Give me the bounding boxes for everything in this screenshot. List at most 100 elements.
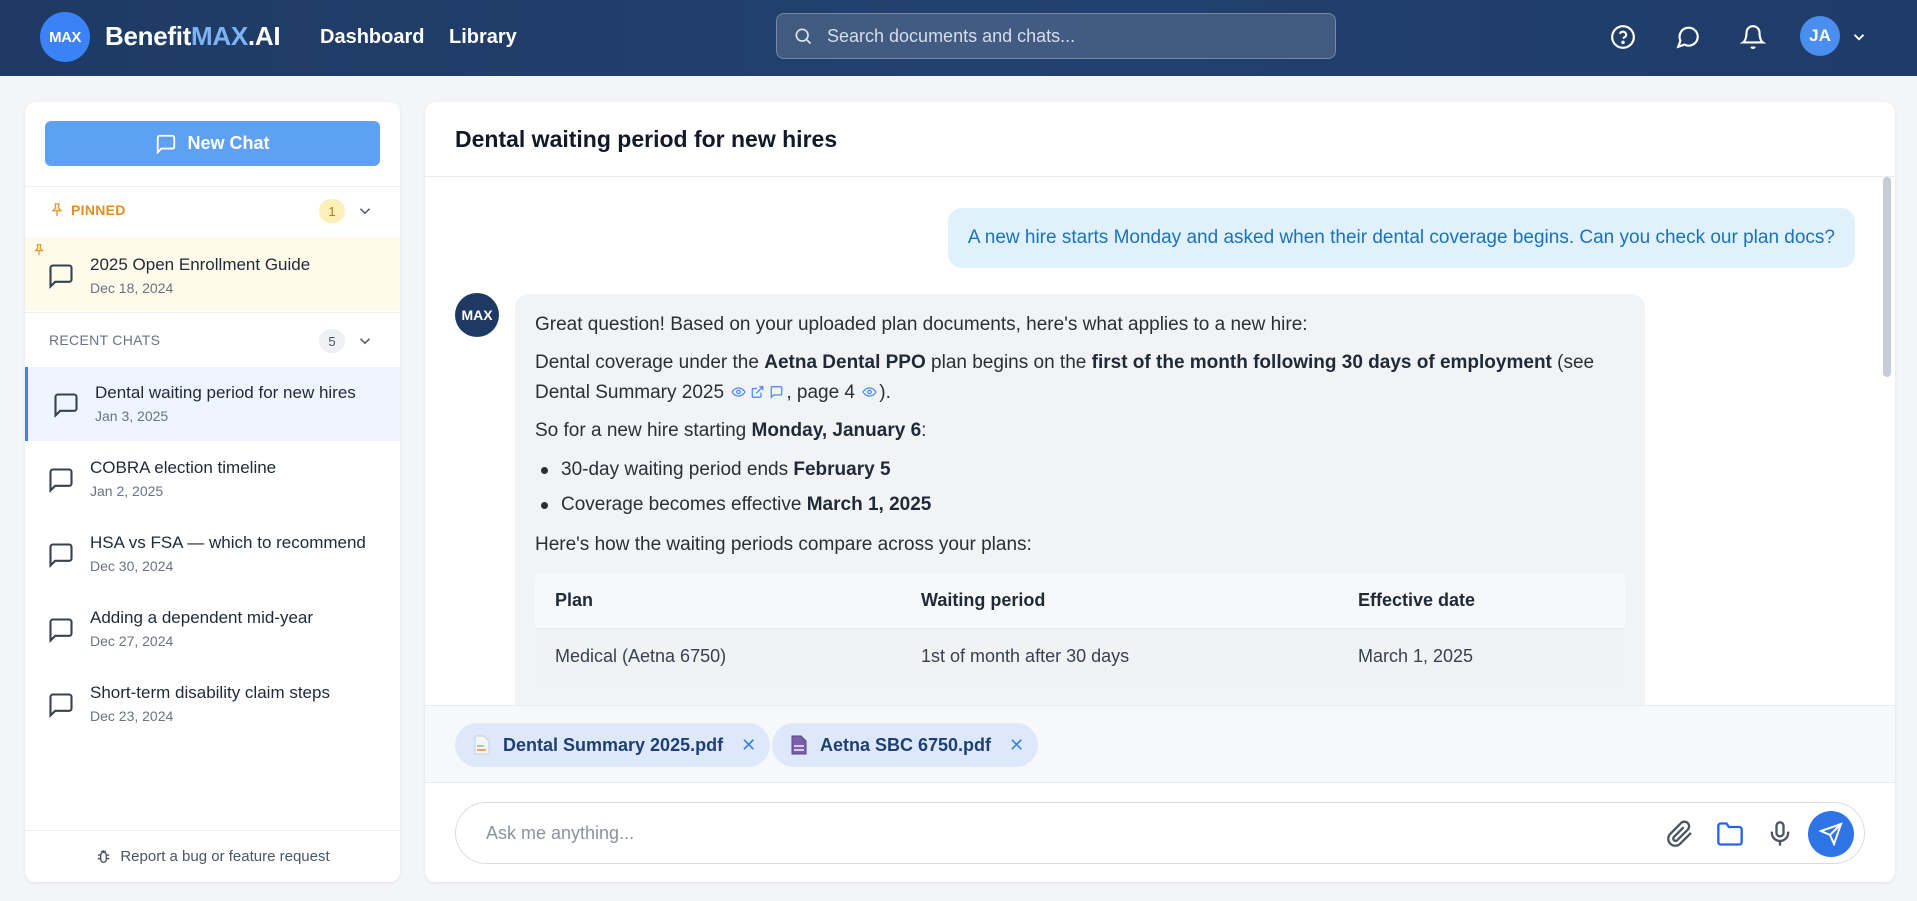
document-icon — [474, 735, 490, 755]
chat-title: COBRA election timeline — [90, 458, 277, 477]
table-header-row: Plan Waiting period Effective date — [535, 573, 1625, 630]
nav-dashboard[interactable]: Dashboard — [320, 26, 424, 49]
chat-item[interactable]: Adding a dependent mid-year Dec 27, 2024 — [25, 592, 400, 666]
message-square-icon — [49, 693, 73, 719]
pinned-section-header[interactable]: PINNED 1 — [25, 190, 400, 230]
chat-date: Jan 2, 2025 — [90, 483, 164, 499]
assistant-avatar: MAX — [455, 293, 499, 337]
close-icon[interactable]: ✕ — [1009, 735, 1024, 756]
sidebar: New Chat PINNED 1 2025 Open Enrollment G… — [25, 102, 400, 882]
brand-name[interactable]: BenefitMAX.AI — [105, 21, 281, 52]
chat-date: Dec 30, 2024 — [90, 558, 174, 574]
table-cell: Medical (Aetna 6750) — [555, 646, 727, 667]
search-icon — [795, 28, 812, 45]
chat-item[interactable]: Short-term disability claim steps Dec 23… — [25, 667, 400, 741]
attachment-chip[interactable]: Aetna SBC 6750.pdf ✕ — [772, 723, 1039, 767]
message-list[interactable]: A new hire starts Monday and asked when … — [425, 177, 1895, 705]
pinned-count-badge: 1 — [319, 199, 345, 223]
new-chat-button[interactable]: New Chat — [45, 121, 380, 166]
text: plan begins on the — [925, 352, 1092, 374]
notifications-button[interactable] — [1738, 22, 1768, 52]
pin-icon — [51, 203, 63, 216]
microphone-icon[interactable] — [1766, 820, 1794, 848]
chat-date: Jan 3, 2025 — [95, 408, 169, 424]
pinned-label: PINNED — [71, 202, 126, 218]
chat-item[interactable]: COBRA election timeline Jan 2, 2025 — [25, 442, 400, 516]
chat-date: Dec 23, 2024 — [90, 708, 174, 724]
bold-date: February 5 — [793, 458, 891, 480]
chat-panel: Dental waiting period for new hires A ne… — [425, 102, 1895, 882]
text: : — [921, 420, 927, 442]
assistant-paragraph: Here's how the waiting periods compare a… — [535, 533, 1032, 555]
messages-button[interactable] — [1673, 22, 1703, 52]
document-icon — [791, 735, 807, 755]
list-item: Coverage becomes effective March 1, 2025 — [535, 490, 1625, 519]
chevron-down-icon[interactable] — [356, 202, 374, 220]
table-row: Medical (Aetna 6750) 1st of month after … — [535, 629, 1625, 686]
help-icon — [1611, 25, 1635, 49]
text: , page 4 — [786, 381, 861, 403]
chat-item-active[interactable]: Dental waiting period for new hires Jan … — [25, 367, 400, 441]
folder-icon[interactable] — [1716, 820, 1744, 848]
report-bug-label: Report a bug or feature request — [120, 848, 330, 865]
chat-item[interactable]: HSA vs FSA — which to recommend Dec 30, … — [25, 517, 400, 591]
send-icon — [1819, 822, 1843, 846]
message-input[interactable] — [486, 822, 1646, 844]
text: Coverage becomes effective — [561, 494, 807, 516]
external-link-icon[interactable] — [750, 385, 765, 399]
paperclip-icon[interactable] — [1666, 820, 1694, 848]
send-button[interactable] — [1808, 811, 1854, 857]
search-bar[interactable] — [776, 13, 1336, 59]
table-header-cell: Effective date — [1358, 589, 1476, 610]
close-icon[interactable]: ✕ — [741, 735, 756, 756]
plan-name: Aetna Dental PPO — [764, 352, 926, 374]
list-item: 30-day waiting period ends February 5 — [535, 455, 1625, 484]
top-navigation-bar: MAX BenefitMAX.AI Dashboard Library JA — [0, 0, 1917, 76]
new-chat-label: New Chat — [187, 133, 270, 153]
text: So for a new hire starting — [535, 420, 752, 442]
divider — [25, 186, 400, 187]
chat-date: Dec 27, 2024 — [90, 633, 174, 649]
assistant-message: Great question! Based on your uploaded p… — [515, 294, 1645, 705]
brand-prefix: Benefit — [105, 21, 192, 51]
attachments-bar: Dental Summary 2025.pdf ✕ Aetna SBC 6750… — [425, 705, 1895, 783]
chevron-down-icon[interactable] — [356, 332, 374, 350]
assistant-intro: Great question! Based on your uploaded p… — [535, 314, 1308, 335]
chat-title: Dental waiting period for new hires — [95, 383, 356, 402]
comparison-table: Plan Waiting period Effective date Medic… — [535, 573, 1625, 686]
bug-icon — [98, 850, 110, 863]
recent-section-header[interactable]: RECENT CHATS 5 — [25, 320, 400, 360]
message-square-icon — [49, 264, 73, 290]
attachment-chip[interactable]: Dental Summary 2025.pdf ✕ — [455, 723, 771, 767]
bold-date: March 1, 2025 — [806, 494, 932, 516]
chat-title: HSA vs FSA — which to recommend — [90, 533, 366, 552]
nav-library[interactable]: Library — [449, 26, 517, 49]
eye-icon[interactable] — [862, 385, 877, 399]
table-cell: March 1, 2025 — [1358, 646, 1474, 667]
message-composer[interactable] — [455, 802, 1865, 864]
logo-badge[interactable]: MAX — [40, 12, 90, 62]
pinned-chat-item[interactable]: 2025 Open Enrollment Guide Dec 18, 2024 — [25, 237, 400, 311]
report-bug-link[interactable]: Report a bug or feature request — [25, 830, 400, 882]
text: Dental coverage under the — [535, 352, 765, 374]
chat-title: Adding a dependent mid-year — [90, 608, 314, 627]
attachment-name: Dental Summary 2025.pdf — [503, 734, 724, 755]
comment-icon[interactable] — [769, 385, 784, 399]
conversation-title: Dental waiting period for new hires — [455, 126, 838, 152]
search-input[interactable] — [827, 25, 1307, 47]
bell-icon — [1740, 25, 1766, 49]
attachment-name: Aetna SBC 6750.pdf — [820, 734, 992, 755]
divider — [25, 312, 400, 313]
waiting-rule: first of the month following 30 days of … — [1091, 352, 1552, 374]
scrollbar[interactable] — [1883, 177, 1891, 377]
message-square-icon — [49, 468, 73, 494]
text: ). — [879, 381, 891, 403]
pin-icon — [33, 244, 45, 256]
start-date: Monday, January 6 — [751, 420, 922, 442]
chevron-down-icon[interactable] — [1850, 28, 1868, 46]
help-button[interactable] — [1608, 22, 1638, 52]
table-header-cell: Waiting period — [921, 589, 1046, 610]
user-avatar[interactable]: JA — [1800, 16, 1840, 56]
recent-count-badge: 5 — [319, 329, 345, 353]
eye-icon[interactable] — [731, 385, 746, 399]
